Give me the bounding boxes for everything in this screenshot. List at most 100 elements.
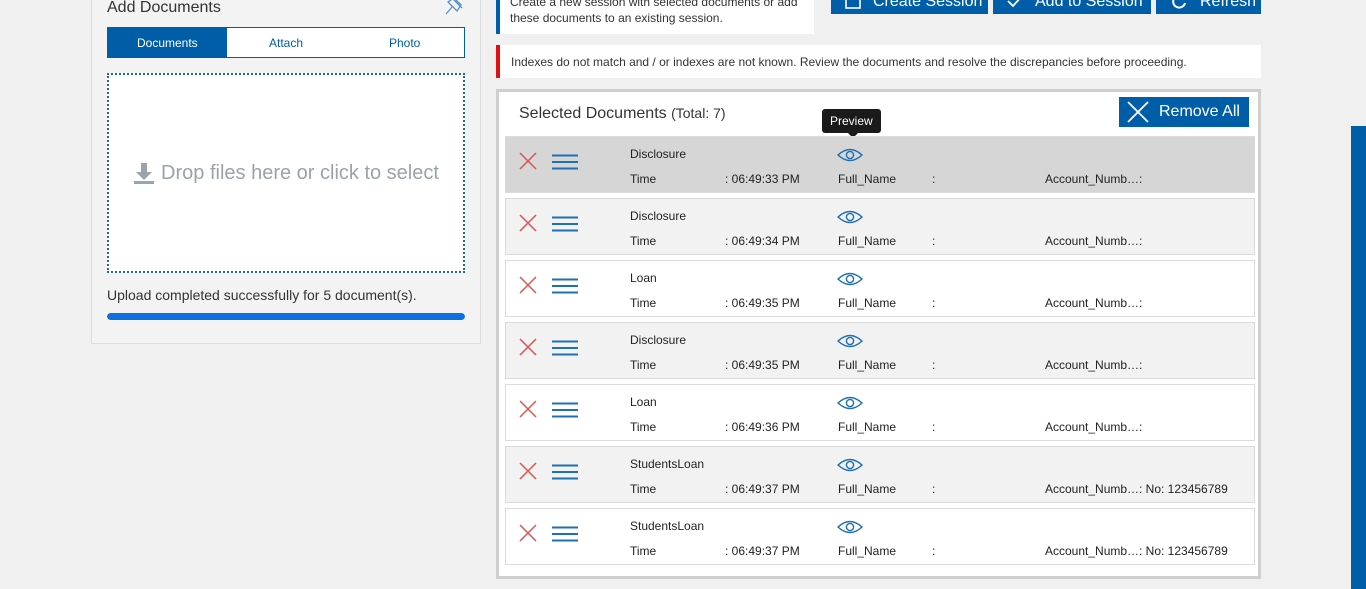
account-number-label: Account_Numb… xyxy=(1045,296,1140,310)
full-name-value: : xyxy=(932,544,936,558)
document-name: StudentsLoan xyxy=(630,457,705,471)
account-number-value: : xyxy=(1139,296,1143,310)
preview-eye-icon[interactable] xyxy=(837,395,863,411)
full-name-value: : xyxy=(932,420,936,434)
document-list: Disclosure Time: 06:49:33 PM Full_Name: Acc… xyxy=(505,136,1255,570)
drag-handle-icon[interactable] xyxy=(552,154,578,170)
full-name-label: Full_Name xyxy=(838,544,897,558)
full-name-label: Full_Name xyxy=(838,172,897,186)
session-note-line1: Create a new session with selected docum… xyxy=(510,0,798,9)
full-name-value: : xyxy=(932,172,936,186)
document-name: Disclosure xyxy=(630,209,687,223)
tab-photo[interactable]: Photo xyxy=(345,28,464,57)
preview-eye-icon[interactable] xyxy=(837,271,863,287)
full-name-label: Full_Name xyxy=(838,234,897,248)
delete-icon[interactable] xyxy=(519,152,537,170)
drag-handle-icon[interactable] xyxy=(552,340,578,356)
time-label: Time xyxy=(630,296,657,310)
preview-eye-icon[interactable] xyxy=(837,147,863,163)
full-name-label: Full_Name xyxy=(838,420,897,434)
dropzone-label: Drop files here or click to select xyxy=(161,161,439,184)
remove-all-label: Remove All xyxy=(1159,103,1240,120)
session-note-line2: these documents to an existing session. xyxy=(510,11,723,25)
checkmark-icon xyxy=(1007,0,1020,8)
document-name: Loan xyxy=(630,395,657,409)
drag-handle-icon[interactable] xyxy=(552,526,578,542)
document-row[interactable]: Disclosure Time: 06:49:34 PM Full_Name: Acc… xyxy=(505,198,1255,255)
account-number-value: : xyxy=(1139,234,1143,248)
account-number-label: Account_Numb… xyxy=(1045,234,1140,248)
account-number-label: Account_Numb… xyxy=(1045,172,1140,186)
time-value: : 06:49:34 PM xyxy=(725,234,800,248)
account-number-value: : No: 123456789 xyxy=(1139,482,1228,496)
preview-tooltip: Preview xyxy=(822,109,881,138)
right-side-scroll-panel[interactable] xyxy=(1351,126,1366,589)
full-name-value: : xyxy=(932,482,936,496)
refresh-button[interactable]: Refresh xyxy=(1156,0,1261,14)
file-dropzone[interactable]: Drop files here or click to select xyxy=(107,73,465,273)
full-name-label: Full_Name xyxy=(838,358,897,372)
document-row[interactable]: Disclosure Time: 06:49:33 PM Full_Name: Acc… xyxy=(505,136,1255,193)
account-number-label: Account_Numb… xyxy=(1045,544,1140,558)
document-name: StudentsLoan xyxy=(630,519,705,533)
delete-icon[interactable] xyxy=(519,400,537,418)
document-row[interactable]: Disclosure Time: 06:49:35 PM Full_Name: Acc… xyxy=(505,322,1255,379)
delete-icon[interactable] xyxy=(519,524,537,542)
document-row[interactable]: StudentsLoan Time : 06:49:37 PM Full_Name: A… xyxy=(505,508,1255,565)
full-name-value: : xyxy=(932,234,936,248)
download-icon xyxy=(134,163,155,184)
delete-icon[interactable] xyxy=(519,462,537,480)
time-value: : 06:49:37 PM xyxy=(725,544,800,558)
drag-handle-icon[interactable] xyxy=(552,402,578,418)
drag-handle-icon[interactable] xyxy=(552,464,578,480)
account-number-label: Account_Numb… xyxy=(1045,358,1140,372)
document-row[interactable]: Loan Time: 06:49:35 PM Full_Name: Account_N… xyxy=(505,260,1255,317)
document-name: Disclosure xyxy=(630,147,687,161)
time-value: : 06:49:33 PM xyxy=(725,172,800,186)
pin-icon[interactable] xyxy=(442,0,468,19)
create-session-button[interactable]: Create Session xyxy=(831,0,988,14)
drag-handle-icon[interactable] xyxy=(552,216,578,232)
preview-eye-icon[interactable] xyxy=(837,519,863,535)
selected-documents-panel: Selected Documents (Total: 7) Remove All… xyxy=(496,89,1261,579)
time-label: Time xyxy=(630,544,657,558)
delete-icon[interactable] xyxy=(519,276,537,294)
account-number-value: : No: 123456789 xyxy=(1139,544,1228,558)
time-label: Time xyxy=(630,482,657,496)
time-label: Time xyxy=(630,172,657,186)
upload-progress-fill xyxy=(107,313,465,320)
account-number-label: Account_Numb… xyxy=(1045,420,1140,434)
create-session-label: Create Session xyxy=(873,0,983,10)
account-number-value: : xyxy=(1139,420,1143,434)
time-value: : 06:49:36 PM xyxy=(725,420,800,434)
time-value: : 06:49:35 PM xyxy=(725,296,800,310)
drag-handle-icon[interactable] xyxy=(552,278,578,294)
preview-eye-icon[interactable] xyxy=(837,333,863,349)
upload-tabs: Documents Attach Photo xyxy=(107,27,465,58)
preview-eye-icon[interactable] xyxy=(837,457,863,473)
add-to-session-button[interactable]: Add to Session xyxy=(993,0,1151,14)
add-to-session-label: Add to Session xyxy=(1035,0,1143,10)
document-row[interactable]: Loan Time: 06:49:36 PM Full_Name: Account_N… xyxy=(505,384,1255,441)
warning-text: Indexes do not match and / or indexes ar… xyxy=(511,54,1187,69)
account-number-value: : xyxy=(1139,172,1143,186)
new-session-icon xyxy=(845,0,861,9)
selected-documents-total: (Total: 7) xyxy=(671,105,726,121)
selected-documents-heading: Selected Documents xyxy=(519,105,667,122)
remove-all-button[interactable]: Remove All xyxy=(1119,97,1249,127)
account-number-label: Account_Numb… xyxy=(1045,482,1140,496)
time-label: Time xyxy=(630,358,657,372)
upload-progress-bar xyxy=(107,313,465,320)
refresh-icon xyxy=(1172,0,1186,9)
full-name-value: : xyxy=(932,296,936,310)
delete-icon[interactable] xyxy=(519,338,537,356)
document-row[interactable]: StudentsLoan Time: 06:49:37 PM Full_Name: A… xyxy=(505,446,1255,503)
delete-icon[interactable] xyxy=(519,214,537,232)
tab-documents[interactable]: Documents xyxy=(108,28,227,57)
full-name-label: Full_Name xyxy=(838,296,897,310)
full-name-value: : xyxy=(932,358,936,372)
preview-eye-icon[interactable] xyxy=(837,209,863,225)
tab-attach[interactable]: Attach xyxy=(227,28,346,57)
time-value: : 06:49:37 PM xyxy=(725,482,800,496)
index-warning-banner: Indexes do not match and / or indexes ar… xyxy=(496,45,1261,78)
